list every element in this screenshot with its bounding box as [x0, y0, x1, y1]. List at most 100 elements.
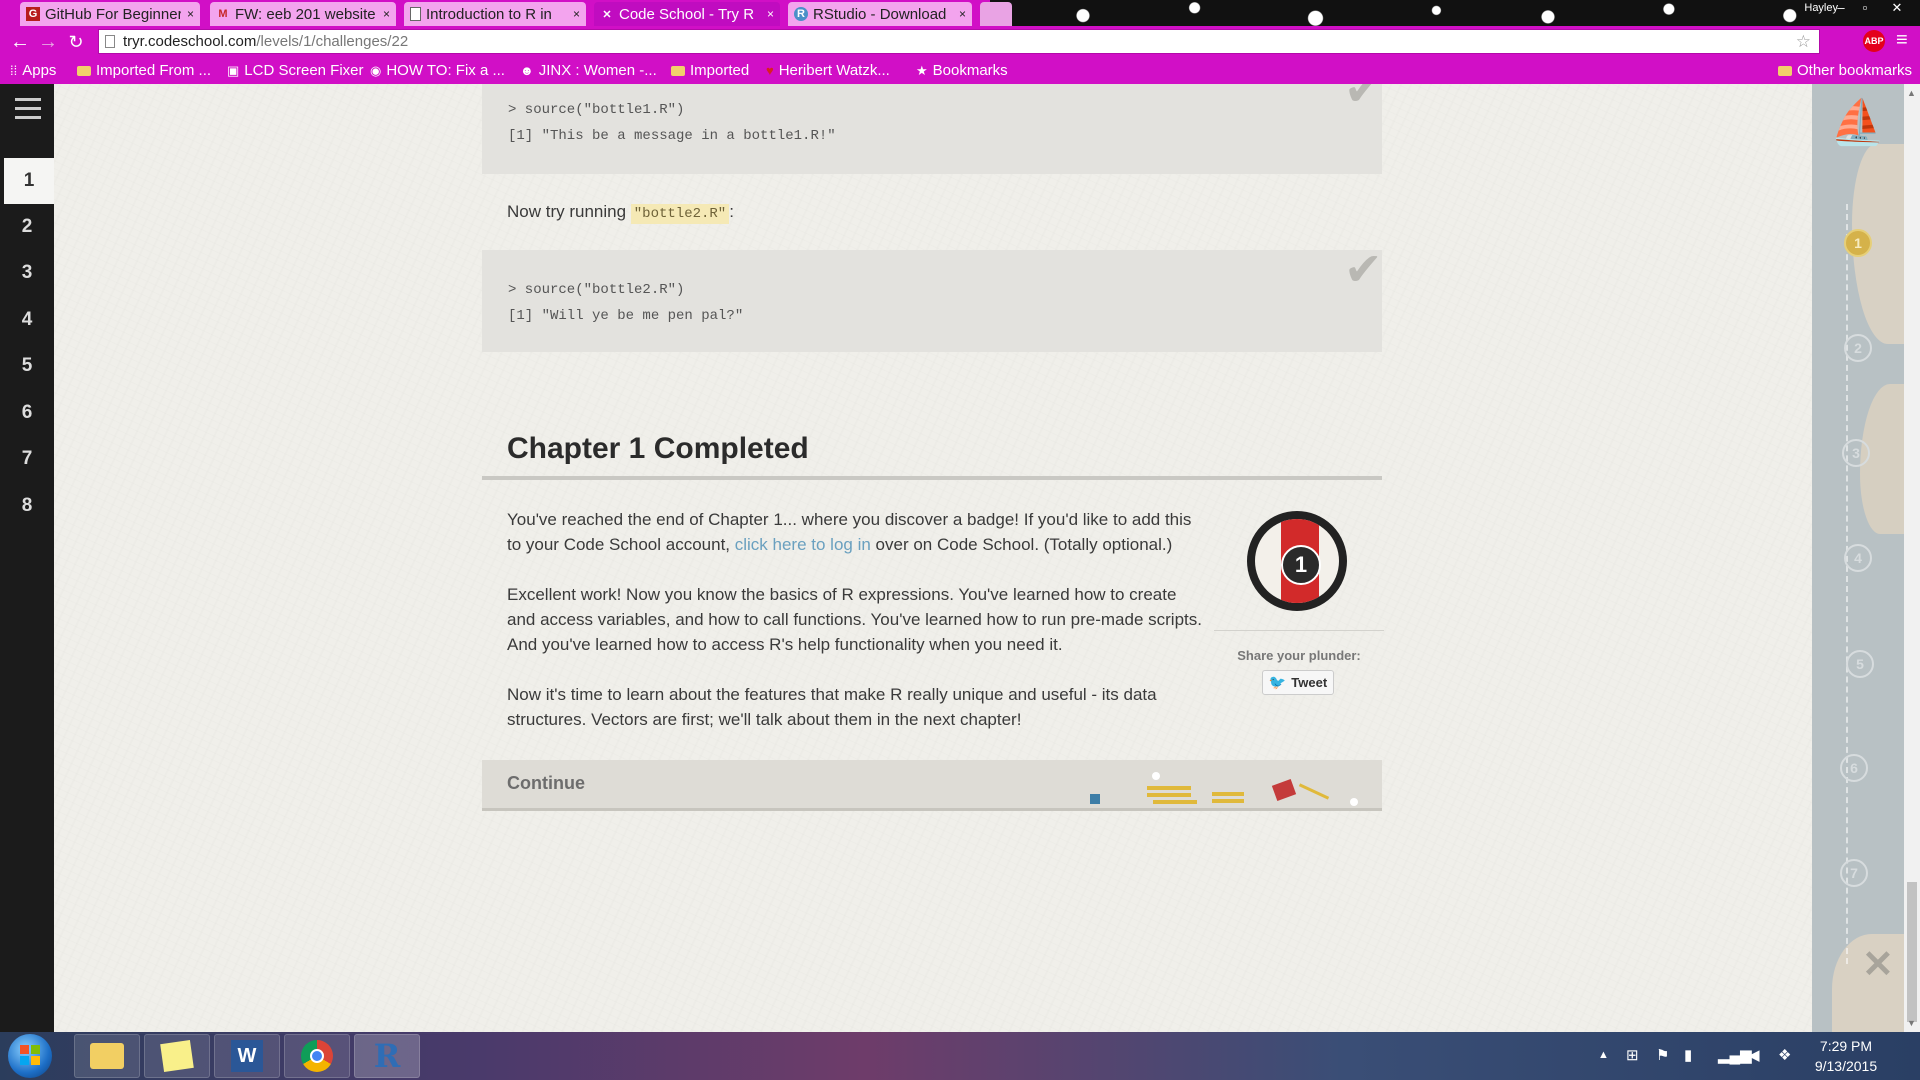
reload-icon[interactable]: ↻	[64, 30, 88, 54]
tab-close-icon[interactable]: ×	[383, 7, 390, 21]
file-explorer-icon[interactable]	[74, 1034, 140, 1078]
new-tab-button[interactable]	[980, 2, 1012, 26]
chapter-title: Chapter 1 Completed	[507, 432, 809, 465]
console-output-2: > source("bottle2.R") [1] "Will ye be me…	[482, 242, 1383, 352]
inline-code: "bottle2.R"	[630, 204, 730, 224]
document-favicon	[410, 7, 421, 21]
adblock-icon[interactable]: ABP	[1863, 30, 1885, 52]
system-clock[interactable]: 7:29 PM 9/13/2015	[1800, 1036, 1892, 1076]
bookmark-imported[interactable]: Imported	[671, 62, 749, 79]
chapter-badge: 1	[1247, 511, 1347, 611]
login-link[interactable]: click here to log in	[735, 535, 871, 554]
sticky-notes-icon[interactable]	[144, 1034, 210, 1078]
tweet-button[interactable]: 🐦 Tweet	[1262, 670, 1334, 695]
level-link-6[interactable]: 6	[4, 390, 50, 436]
summary-paragraph: Excellent work! Now you know the basics …	[507, 585, 1202, 654]
map-waypoint-6[interactable]: 6	[1840, 754, 1868, 782]
r-icon[interactable]: R	[354, 1034, 420, 1078]
map-waypoint-1[interactable]: 1	[1844, 229, 1872, 257]
other-bookmarks[interactable]: Other bookmarks	[1778, 62, 1912, 79]
console-output-1: > source("bottle1.R") [1] "This be a mes…	[482, 84, 1383, 174]
console-result: [1] "Will ye be me pen pal?"	[508, 308, 744, 324]
level-link-3[interactable]: 3	[4, 250, 50, 296]
badge-number: 1	[1281, 545, 1321, 585]
minimize-icon[interactable]: –	[1830, 0, 1852, 15]
pearl-decoration	[1152, 772, 1160, 780]
bookmark-how-to-fix[interactable]: ◉ HOW TO: Fix a ...	[370, 62, 505, 79]
treasure-decoration	[1090, 794, 1100, 804]
maximize-icon[interactable]: ▫	[1854, 0, 1876, 15]
bookmark-apps[interactable]: ⁞⁞ Apps	[10, 62, 56, 79]
action-center-flag-icon[interactable]: ⚑	[1656, 1046, 1669, 1064]
map-waypoint-5[interactable]: 5	[1846, 650, 1874, 678]
instruction-text: Now try running "bottle2.R":	[507, 199, 734, 227]
completion-paragraph: You've reached the end of Chapter 1... w…	[507, 507, 1207, 557]
tab-close-icon[interactable]: ×	[767, 7, 774, 21]
map-trail	[1846, 204, 1850, 964]
gold-coin-decoration	[1298, 783, 1330, 800]
tab-intro-r[interactable]: Introduction to R in ×	[404, 2, 586, 26]
tab-close-icon[interactable]: ×	[959, 7, 966, 21]
show-hidden-icons[interactable]: ▲	[1598, 1049, 1609, 1061]
ruby-decoration	[1271, 779, 1297, 801]
scrollbar-thumb[interactable]	[1907, 882, 1917, 1022]
map-waypoint-3[interactable]: 3	[1842, 439, 1870, 467]
close-window-icon[interactable]: ✕	[1886, 0, 1908, 16]
browser-toolbar: ← → ↻ tryr.codeschool.com/levels/1/chall…	[0, 26, 1920, 58]
twitter-bird-icon: 🐦	[1268, 674, 1287, 690]
page-viewport: 1 2 3 4 5 6 7 8 > source("bottle1.R") [1…	[0, 84, 1920, 1032]
scroll-down-icon[interactable]: ▼	[1907, 1018, 1916, 1028]
bookmark-label: Heribert Watzk...	[778, 62, 890, 79]
scroll-up-icon[interactable]: ▲	[1907, 88, 1916, 98]
dropbox-icon[interactable]: ❖	[1778, 1046, 1791, 1064]
paper-texture	[0, 84, 1920, 1032]
level-sidebar: 1 2 3 4 5 6 7 8	[0, 84, 54, 1032]
level-link-2[interactable]: 2	[4, 204, 50, 250]
bookmark-star-icon[interactable]: ☆	[1796, 30, 1811, 53]
checkmark-icon: ✔	[1344, 242, 1383, 296]
network-signal-icon[interactable]: ▂▄▆	[1718, 1046, 1752, 1064]
volume-icon[interactable]: ◀	[1748, 1046, 1760, 1064]
gold-bars-decoration	[1147, 786, 1191, 790]
continue-button[interactable]: Continue	[482, 760, 1382, 811]
url-host: tryr.codeschool.com	[123, 33, 257, 50]
bookmark-label: Imported	[690, 62, 750, 79]
bookmark-lcd-screen-fixer[interactable]: ▣ LCD Screen Fixer	[227, 62, 364, 79]
tab-close-icon[interactable]: ×	[187, 7, 194, 21]
tab-gmail[interactable]: M FW: eeb 201 website ×	[210, 2, 396, 26]
bookmark-label: Bookmarks	[932, 62, 1008, 79]
address-bar[interactable]: tryr.codeschool.com/levels/1/challenges/…	[98, 29, 1820, 54]
tab-codeschool[interactable]: ✕ Code School - Try R ×	[594, 2, 780, 26]
share-label: Share your plunder:	[1237, 648, 1361, 663]
page-scrollbar[interactable]: ▲ ▼	[1904, 84, 1920, 1032]
tab-github[interactable]: G GitHub For Beginner ×	[20, 2, 200, 26]
tab-close-icon[interactable]: ×	[573, 7, 580, 21]
chrome-menu-icon[interactable]: ≡	[1896, 29, 1908, 52]
map-waypoint-7[interactable]: 7	[1840, 859, 1868, 887]
rstudio-favicon: R	[794, 7, 808, 21]
map-waypoint-4[interactable]: 4	[1844, 544, 1872, 572]
console-result: [1] "This be a message in a bottle1.R!"	[508, 128, 836, 144]
bookmark-heribert[interactable]: ♥ Heribert Watzk...	[766, 62, 890, 79]
chrome-icon[interactable]	[284, 1034, 350, 1078]
forward-icon[interactable]: →	[36, 30, 60, 54]
tab-rstudio[interactable]: R RStudio - Download ×	[788, 2, 972, 26]
battery-icon[interactable]: ▮	[1684, 1046, 1692, 1064]
bookmark-imported-from[interactable]: Imported From ...	[77, 62, 211, 79]
bookmark-bookmarks[interactable]: ★ Bookmarks	[916, 62, 1008, 79]
site-icon: ♥	[766, 63, 774, 78]
menu-hamburger-icon[interactable]	[15, 98, 41, 125]
level-link-7[interactable]: 7	[4, 436, 50, 482]
site-icon: ☻	[520, 63, 534, 78]
level-link-1[interactable]: 1	[4, 158, 54, 204]
level-link-8[interactable]: 8	[4, 483, 50, 529]
level-link-5[interactable]: 5	[4, 343, 50, 389]
start-button[interactable]	[8, 1034, 52, 1078]
bookmark-jinx[interactable]: ☻ JINX : Women -...	[520, 62, 657, 79]
tweet-label: Tweet	[1291, 675, 1328, 690]
back-icon[interactable]: ←	[8, 30, 32, 54]
word-icon[interactable]: W	[214, 1034, 280, 1078]
map-waypoint-2[interactable]: 2	[1844, 334, 1872, 362]
windows-flag-icon[interactable]: ⊞	[1626, 1046, 1639, 1064]
level-link-4[interactable]: 4	[4, 297, 50, 343]
